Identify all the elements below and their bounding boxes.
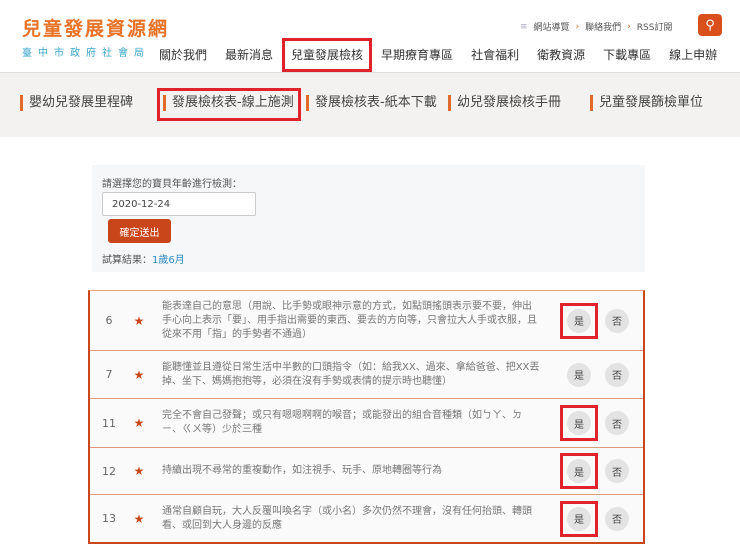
nav-health-education[interactable]: 衛教資源 — [528, 38, 594, 72]
result-text: 試算結果：1歲6月 — [102, 251, 185, 266]
subnav-paper-download[interactable]: 發展檢核表-紙本下載 — [306, 95, 437, 111]
sub-nav: 嬰幼兒發展里程碑 發展檢核表-線上施測 發展檢核表-紙本下載 幼兒發展檢核手冊 … — [0, 72, 740, 137]
checklist-table: 6 ★ 能表達自己的意思（用說、比手勢或眼神示意的方式，如點頭搖頭表示要不要，伸… — [88, 290, 645, 544]
subnav-handbook[interactable]: 幼兒發展檢核手冊 — [448, 95, 561, 111]
search-button[interactable]: ⚲ — [698, 14, 722, 36]
nav-development-check[interactable]: 兒童發展檢核 — [282, 38, 373, 72]
highlight-box — [560, 453, 598, 489]
item-question: 完全不會自己發聲；或只有嗯嗯啊啊的喉音；或能發出的組合音種類（如ㄅㄚ、ㄉㄧ、ㄍㄨ… — [162, 410, 522, 435]
highlight-box — [560, 500, 598, 537]
no-button[interactable]: 否 — [605, 506, 629, 531]
link-contact[interactable]: 聯絡我們 — [585, 20, 621, 33]
star-icon: ★ — [133, 464, 145, 478]
logo-title: 兒童發展資源網 — [22, 18, 170, 40]
logo-subtitle: 臺中市政府社會局 — [22, 48, 150, 59]
chevron-icon: › — [575, 21, 580, 32]
subnav-screening-units[interactable]: 兒童發展篩檢單位 — [590, 95, 703, 111]
highlight-box — [560, 302, 598, 339]
age-label: 請選擇您的寶貝年齡進行檢測： — [102, 179, 242, 190]
no-button[interactable]: 否 — [605, 411, 629, 435]
no-button[interactable]: 否 — [605, 459, 629, 483]
nav-news[interactable]: 最新消息 — [216, 38, 282, 72]
date-input[interactable] — [102, 192, 256, 216]
star-icon: ★ — [133, 511, 145, 526]
nav-welfare[interactable]: 社會福利 — [462, 38, 528, 72]
table-row: 7 ★ 能聽懂並且遵從日常生活中半數的口頭指令（如：給我XX、過來、拿給爸爸、把… — [90, 351, 643, 399]
age-form: 請選擇您的寶貝年齡進行檢測： 確定送出 試算結果：1歲6月 — [92, 165, 645, 272]
item-number: 7 — [105, 368, 113, 381]
highlight-box — [157, 88, 301, 121]
top-links: ≡ 網站導覽 › 聯絡我們 › RSS訂閱 — [520, 20, 673, 34]
item-question: 能表達自己的意思（用說、比手勢或眼神示意的方式，如點頭搖頭表示要不要，伸出手心向… — [162, 300, 537, 340]
nav-downloads[interactable]: 下載專區 — [594, 38, 660, 72]
result-value: 1歲6月 — [152, 255, 185, 266]
site-logo[interactable]: 兒童發展資源網 臺中市政府社會局 — [22, 14, 169, 59]
table-row: 11 ★ 完全不會自己發聲；或只有嗯嗯啊啊的喉音；或能發出的組合音種類（如ㄅㄚ、… — [90, 399, 643, 448]
nav-about[interactable]: 關於我們 — [150, 38, 216, 72]
table-row: 13 ★ 通常自顧自玩，大人反覆叫喚名字（或小名）多次仍然不理會，沒有任何抬頭、… — [90, 495, 643, 542]
table-row: 6 ★ 能表達自己的意思（用說、比手勢或眼神示意的方式，如點頭搖頭表示要不要，伸… — [90, 291, 643, 351]
item-question: 能聽懂並且遵從日常生活中半數的口頭指令（如：給我XX、過來、拿給爸爸、把XX丟掉… — [162, 361, 540, 387]
yes-button[interactable]: 是 — [567, 362, 591, 387]
search-icon: ⚲ — [705, 17, 715, 33]
result-label: 試算結果： — [102, 255, 152, 266]
item-question: 通常自顧自玩，大人反覆叫喚名字（或小名）多次仍然不理會，沒有任何抬頭、轉頭看、或… — [162, 505, 532, 531]
no-button[interactable]: 否 — [605, 362, 629, 387]
chevron-icon: › — [627, 21, 631, 32]
star-icon: ★ — [133, 416, 145, 430]
nav-early-intervention[interactable]: 早期療育專區 — [372, 38, 462, 72]
no-button[interactable]: 否 — [605, 308, 629, 333]
subnav-milestones[interactable]: 嬰幼兒發展里程碑 — [20, 95, 133, 111]
star-icon: ★ — [133, 367, 145, 382]
item-number: 6 — [105, 314, 113, 327]
submit-button[interactable]: 確定送出 — [108, 219, 171, 243]
item-number: 11 — [102, 416, 116, 430]
item-question: 持續出現不尋常的重複動作，如注視手、玩手、原地轉圈等行為 — [162, 465, 442, 476]
link-rss[interactable]: RSS訂閱 — [637, 20, 673, 33]
menu-icon: ≡ — [520, 21, 528, 32]
link-sitemap[interactable]: 網站導覽 — [534, 20, 570, 33]
nav-online-apply[interactable]: 線上申辦 — [660, 38, 726, 72]
item-number: 13 — [102, 512, 116, 525]
item-number: 12 — [102, 464, 116, 478]
highlight-box — [560, 405, 598, 441]
star-icon: ★ — [133, 313, 145, 328]
main-nav: 關於我們 最新消息 兒童發展檢核 早期療育專區 社會福利 衛教資源 下載專區 線… — [150, 38, 726, 72]
table-row: 12 ★ 持續出現不尋常的重複動作，如注視手、玩手、原地轉圈等行為 是 否 — [90, 448, 643, 495]
